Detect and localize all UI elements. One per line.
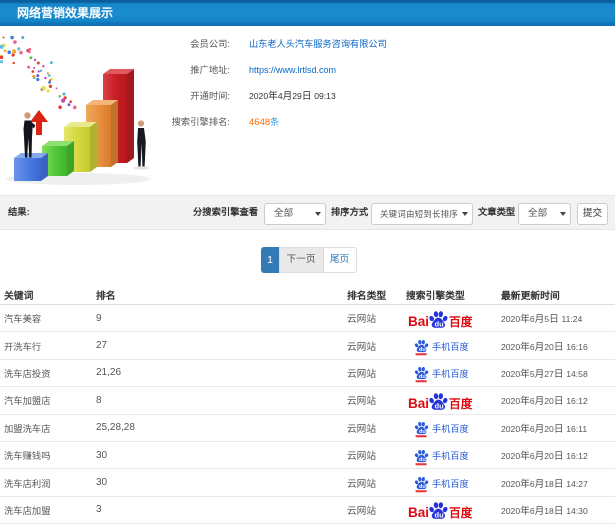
svg-text:du: du <box>435 401 445 410</box>
svg-text:du: du <box>419 347 426 353</box>
svg-text:Bai: Bai <box>408 396 429 411</box>
svg-text:Bai: Bai <box>408 314 429 329</box>
svg-text:du: du <box>435 511 445 520</box>
svg-text:du: du <box>419 375 426 381</box>
svg-text:Bai: Bai <box>408 505 429 520</box>
svg-text:百度: 百度 <box>449 506 473 520</box>
svg-text:百度: 百度 <box>449 397 473 411</box>
svg-text:百度: 百度 <box>449 315 473 329</box>
svg-text:du: du <box>435 319 445 328</box>
svg-text:du: du <box>419 484 426 490</box>
svg-text:du: du <box>419 429 426 435</box>
svg-text:du: du <box>419 457 426 463</box>
